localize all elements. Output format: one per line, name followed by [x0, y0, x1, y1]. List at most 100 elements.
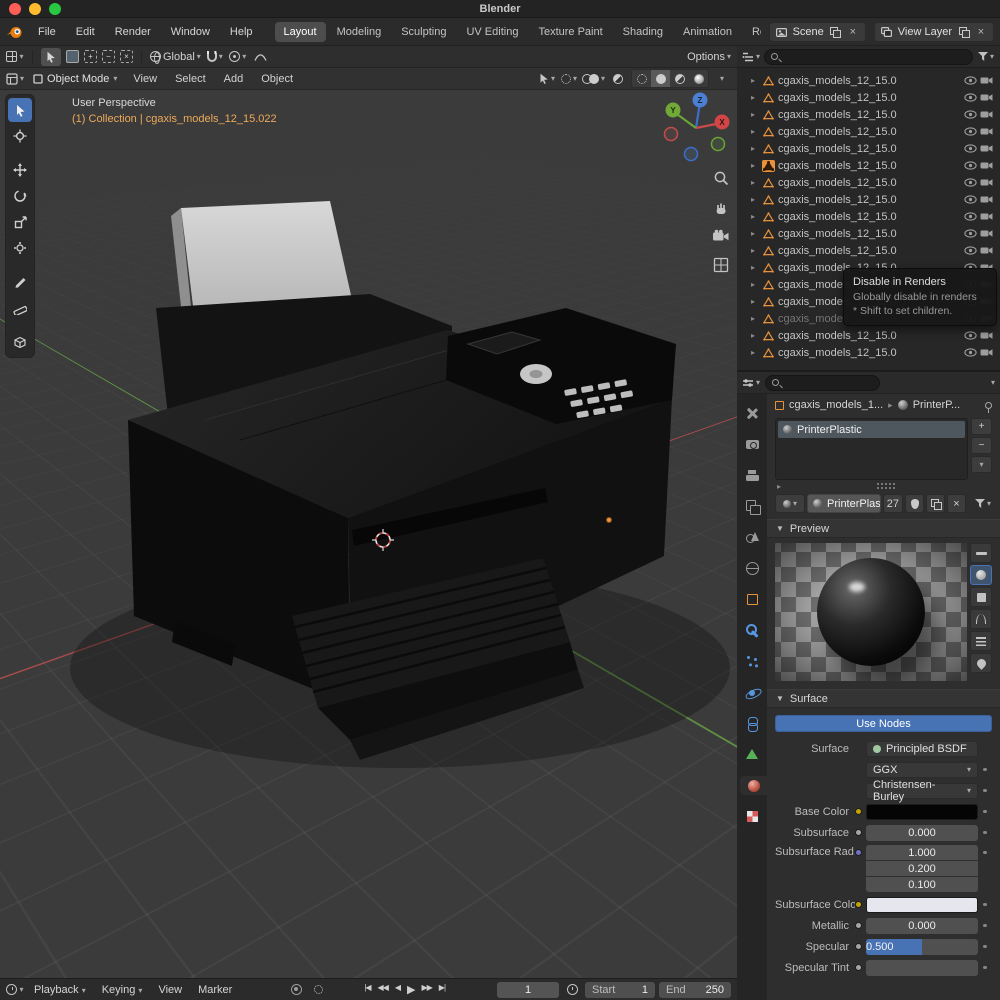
properties-editor-type-button[interactable]: ▾	[742, 374, 760, 392]
timeline-menu-keying[interactable]: Keying ▾	[96, 982, 149, 998]
constraint-properties-tab[interactable]	[737, 714, 767, 733]
preview-range-icon[interactable]	[563, 981, 581, 999]
select-mode-extend[interactable]: +	[84, 50, 97, 63]
menu-help[interactable]: Help	[221, 24, 262, 40]
jump-to-start-button[interactable]: |◀	[361, 981, 373, 998]
camera-view-icon[interactable]	[709, 224, 733, 248]
outliner-row[interactable]: ▸ cgaxis_models_12_15.0	[737, 72, 1000, 89]
viewport-menu-select[interactable]: Select	[168, 71, 213, 87]
expand-icon[interactable]: ▸	[751, 178, 759, 187]
unlink-material-button[interactable]: ×	[947, 494, 966, 513]
base-color-swatch[interactable]	[866, 804, 978, 820]
viewport-menu-view[interactable]: View	[126, 71, 164, 87]
remove-slot-button[interactable]: −	[971, 437, 992, 454]
sync-icon[interactable]	[309, 981, 327, 999]
workspace-tab-layout[interactable]: Layout	[275, 22, 326, 42]
previous-keyframe-button[interactable]: ◀◀	[375, 981, 391, 998]
subsurface-method-dropdown[interactable]: Christensen-Burley▾	[866, 783, 978, 799]
material-slot-active[interactable]: PrinterPlastic	[778, 421, 965, 438]
measure-tool[interactable]	[8, 296, 32, 320]
hide-in-viewport-icon[interactable]	[964, 127, 977, 136]
frame-end-field[interactable]: End250	[659, 982, 731, 998]
hide-in-viewport-icon[interactable]	[964, 212, 977, 221]
slot-specials-button[interactable]: ▾	[971, 456, 992, 473]
disable-in-renders-icon[interactable]	[980, 178, 993, 187]
minimize-window-button[interactable]	[29, 3, 41, 15]
xray-toggle[interactable]	[609, 70, 627, 88]
disable-in-renders-icon[interactable]	[980, 110, 993, 119]
new-material-button[interactable]	[926, 494, 945, 513]
outliner-row[interactable]: ▸ cgaxis_models_12_15.0	[737, 89, 1000, 106]
shading-material-button[interactable]	[670, 70, 689, 87]
editor-type-button[interactable]: ▾	[6, 48, 24, 66]
select-mode-difference[interactable]: ×	[120, 50, 133, 63]
expand-icon[interactable]: ▸	[751, 229, 759, 238]
render-properties-tab[interactable]	[737, 435, 767, 454]
annotate-tool[interactable]	[8, 270, 32, 294]
preview-panel-header[interactable]: ▼ Preview	[767, 519, 1000, 538]
workspace-tab-animation[interactable]: Animation	[674, 22, 741, 42]
breadcrumb-object[interactable]: cgaxis_models_1...	[789, 399, 883, 411]
preview-sphere-button[interactable]	[970, 565, 992, 585]
resize-grip[interactable]	[877, 483, 895, 489]
workspace-tab-sculpting[interactable]: Sculpting	[392, 22, 455, 42]
physics-properties-tab[interactable]	[737, 683, 767, 702]
menu-edit[interactable]: Edit	[67, 24, 104, 40]
play-button[interactable]: ▶	[404, 981, 417, 998]
printer-model[interactable]	[0, 68, 737, 978]
workspace-tab-shading[interactable]: Shading	[614, 22, 672, 42]
expand-icon[interactable]: ▸	[751, 212, 759, 221]
menu-file[interactable]: File	[29, 24, 65, 40]
pan-hand-icon[interactable]	[709, 195, 733, 219]
transform-tool[interactable]	[8, 236, 32, 260]
snap-dropdown[interactable]: ▾	[206, 48, 224, 66]
auto-keying-record-button[interactable]	[287, 981, 305, 999]
surface-panel-header[interactable]: ▼ Surface	[767, 689, 1000, 708]
view-layer-selector[interactable]: View Layer ×	[874, 22, 994, 42]
disable-in-renders-icon[interactable]	[980, 76, 993, 85]
workspace-tab-modeling[interactable]: Modeling	[328, 22, 391, 42]
add-slot-button[interactable]: +	[971, 418, 992, 435]
hide-in-viewport-icon[interactable]	[964, 144, 977, 153]
outliner-row[interactable]: ▸ cgaxis_models_12_15.0	[737, 208, 1000, 225]
workspace-tab-texture-paint[interactable]: Texture Paint	[529, 22, 611, 42]
expand-icon[interactable]: ▸	[751, 161, 759, 170]
select-box-tool[interactable]	[8, 98, 32, 122]
timeline-menu-view[interactable]: View	[152, 982, 188, 998]
select-mode-set[interactable]	[66, 50, 79, 63]
surface-shader-field[interactable]: Principled BSDF	[866, 741, 978, 757]
outliner-row[interactable]: ▸ cgaxis_models_12_15.0	[737, 242, 1000, 259]
subsurface-radius-y[interactable]: 0.200	[866, 861, 978, 876]
disable-in-renders-icon[interactable]	[980, 93, 993, 102]
outliner-editor-type-button[interactable]: ▾	[742, 48, 760, 66]
shading-dropdown[interactable]: ▾	[713, 70, 731, 88]
menu-render[interactable]: Render	[106, 24, 160, 40]
close-window-button[interactable]	[9, 3, 21, 15]
outliner-filter-button[interactable]: ▾	[977, 48, 995, 66]
expand-icon[interactable]: ▸	[751, 263, 759, 272]
preview-cloth-button[interactable]	[970, 631, 992, 651]
workspace-tab-uv-editing[interactable]: UV Editing	[457, 22, 527, 42]
transform-orientation-dropdown[interactable]: Global▾	[150, 48, 201, 66]
menu-window[interactable]: Window	[162, 24, 219, 40]
expand-icon[interactable]: ▸	[751, 314, 759, 323]
options-dropdown[interactable]: Options▾	[687, 48, 731, 66]
preview-hair-button[interactable]	[970, 609, 992, 629]
outliner-row[interactable]: ▸ cgaxis_models_12_15.0	[737, 174, 1000, 191]
rotate-tool[interactable]	[8, 184, 32, 208]
material-properties-tab[interactable]	[740, 776, 767, 795]
preview-flat-button[interactable]	[970, 543, 992, 563]
disable-in-renders-icon[interactable]	[980, 212, 993, 221]
specular-slider[interactable]: 0.500	[866, 939, 978, 955]
hide-in-viewport-icon[interactable]	[964, 246, 977, 255]
viewport-overlays-dropdown[interactable]: ▾	[582, 70, 605, 88]
outliner-row[interactable]: ▸ cgaxis_models_12_15.0	[737, 225, 1000, 242]
timeline-menu-marker[interactable]: Marker	[192, 982, 238, 998]
properties-options-icon[interactable]: ▾	[991, 379, 995, 387]
cursor-tool[interactable]	[8, 124, 32, 148]
expand-icon[interactable]: ▸	[751, 93, 759, 102]
play-reverse-button[interactable]: ◀	[392, 981, 403, 998]
expand-icon[interactable]: ▸	[751, 331, 759, 340]
expand-icon[interactable]: ▸	[751, 144, 759, 153]
outliner-row[interactable]: ▸ cgaxis_models_12_15.0	[737, 191, 1000, 208]
